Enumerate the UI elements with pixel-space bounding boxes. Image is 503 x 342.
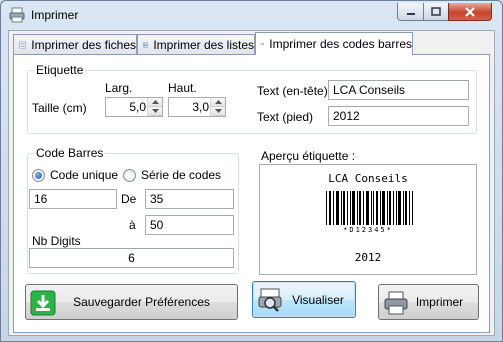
radio-dot (123, 168, 136, 182)
minimize-button[interactable] (397, 3, 424, 21)
spin-down-button[interactable] (211, 107, 225, 116)
radio-dot (32, 168, 45, 182)
barcodes-panel: Etiquette Taille (cm) Larg. 5,0 Haut. 3,… (13, 54, 490, 333)
up-arrow-icon (151, 100, 159, 104)
codebarres-group: Code Barres Code unique Série de codes 1… (27, 146, 239, 274)
save-preferences-button[interactable]: Sauvegarder Préférences (25, 284, 238, 320)
spin-down-button[interactable] (148, 107, 162, 116)
client-area: Imprimer des fiches Imprimer des listes … (8, 30, 495, 336)
preview-footer-text: 2012 (354, 251, 382, 264)
up-arrow-icon (214, 100, 222, 104)
print-button[interactable]: Imprimer (378, 284, 479, 320)
tab-label: Imprimer des fiches (31, 37, 136, 52)
spinner-arrows (210, 98, 225, 116)
digits-label: Nb Digits (32, 234, 81, 248)
barcode-image (326, 191, 413, 225)
width-value: 5,0 (129, 100, 146, 114)
button-label: Imprimer (415, 295, 464, 309)
window-title: Imprimer (31, 8, 79, 22)
radio-serie-codes[interactable]: Série de codes (123, 168, 221, 182)
height-spinner[interactable]: 3,0 (168, 97, 226, 117)
spinner-arrows (147, 98, 162, 116)
width-spinner[interactable]: 5,0 (105, 97, 163, 117)
footer-text-field[interactable]: 2012 (328, 106, 469, 126)
tab-print-barcodes[interactable]: Imprimer des codes barres (255, 32, 413, 55)
to-field[interactable]: 50 (145, 215, 234, 235)
down-arrow-icon (214, 109, 222, 113)
to-label: à (129, 218, 136, 232)
button-label: Visualiser (292, 292, 344, 307)
preview-title: Aperçu étiquette : (261, 149, 356, 163)
printer-icon (9, 7, 25, 23)
list-form-icon (19, 41, 27, 48)
spin-up-button[interactable] (148, 98, 162, 107)
close-button[interactable] (448, 3, 492, 21)
maximize-button[interactable] (423, 3, 449, 21)
radio-label: Code unique (50, 168, 119, 182)
from-label: De (121, 192, 137, 206)
spin-up-button[interactable] (211, 98, 225, 107)
tab-label: Imprimer des listes (153, 37, 254, 52)
label-preview: LCA Conseils *D12345* 2012 (259, 164, 477, 275)
button-label: Sauvegarder Préférences (73, 295, 210, 309)
height-value: 3,0 (192, 100, 209, 114)
etiquette-group: Etiquette Taille (cm) Larg. 5,0 Haut. 3,… (27, 63, 477, 134)
tab-print-records[interactable]: Imprimer des fiches (13, 34, 137, 54)
code-field[interactable]: 16 (29, 189, 117, 209)
digits-field[interactable]: 6 (29, 248, 234, 268)
barcode-icon (261, 42, 265, 46)
maximize-icon (431, 7, 441, 16)
from-field[interactable]: 35 (145, 189, 234, 209)
size-label: Taille (cm) (32, 101, 87, 115)
height-label: Haut. (168, 81, 197, 95)
width-label: Larg. (105, 81, 133, 95)
tab-label: Imprimer des codes barres (269, 37, 412, 51)
footer-text-label: Text (pied) (257, 110, 314, 124)
radio-label: Série de codes (141, 168, 222, 182)
group-title: Etiquette (34, 63, 86, 77)
preview-button[interactable]: Visualiser (252, 281, 356, 318)
close-icon (465, 6, 475, 17)
down-arrow-icon (151, 109, 159, 113)
grid-icon (143, 42, 149, 47)
minimize-icon (406, 12, 415, 15)
group-title: Code Barres (34, 146, 106, 160)
header-text-field[interactable]: LCA Conseils (328, 80, 469, 100)
preview-code-text: *D12345* (343, 226, 393, 234)
header-text-label: Text (en-tête) (257, 84, 328, 98)
print-window: Imprimer Imprimer des fiches Imprimer de… (0, 0, 503, 342)
radio-code-unique[interactable]: Code unique (32, 168, 118, 182)
tab-print-lists[interactable]: Imprimer des listes (137, 34, 255, 54)
preview-header-text: LCA Conseils (328, 172, 408, 185)
title-bar: Imprimer (1, 1, 502, 29)
